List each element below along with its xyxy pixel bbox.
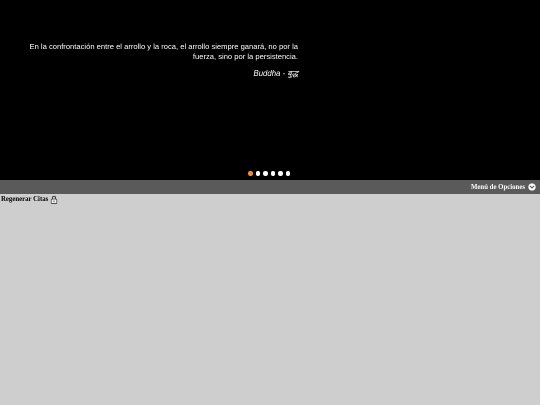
- options-menu-button[interactable]: Menú de Opciones: [471, 180, 536, 194]
- quote-block: En la confrontación entre el arrollo y l…: [26, 42, 298, 79]
- options-bar: Menú de Opciones: [0, 180, 540, 194]
- quote-slider: En la confrontación entre el arrollo y l…: [0, 0, 540, 180]
- options-menu-label: Menú de Opciones: [470, 183, 525, 191]
- lock-icon: [51, 195, 58, 204]
- slider-dot-6[interactable]: [285, 171, 290, 176]
- slider-dot-5[interactable]: [278, 171, 283, 176]
- slider-dot-2[interactable]: [255, 171, 260, 176]
- slider-dot-1[interactable]: [248, 171, 253, 176]
- slider-pagination: [248, 171, 290, 176]
- regenerate-quotes-label: Regenerar Citas: [1, 196, 49, 203]
- slider-dot-3[interactable]: [263, 171, 268, 176]
- regenerate-quotes-button[interactable]: Regenerar Citas: [1, 195, 58, 204]
- quote-text: En la confrontación entre el arrollo y l…: [29, 42, 298, 61]
- slider-dot-4[interactable]: [270, 171, 275, 176]
- chevron-down-icon: [528, 183, 536, 191]
- quote-author: Buddha - बुद्ध: [253, 69, 299, 78]
